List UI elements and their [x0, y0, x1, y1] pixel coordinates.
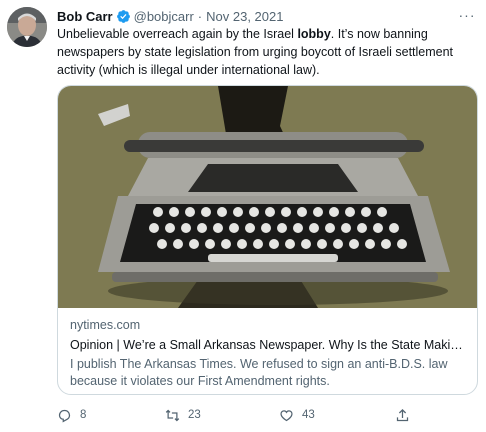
- tweet-text: Unbelievable overreach again by the Isra…: [57, 25, 477, 79]
- share-button[interactable]: [395, 405, 418, 425]
- card-body: nytimes.com Opinion | We’re a Small Arka…: [58, 308, 477, 390]
- retweet-button[interactable]: 23: [165, 405, 201, 425]
- reply-button[interactable]: 8: [57, 405, 86, 425]
- share-icon: [396, 408, 409, 421]
- card-domain: nytimes.com: [70, 318, 141, 332]
- handle[interactable]: @bobjcarr: [134, 9, 194, 24]
- verified-badge-icon: [116, 9, 131, 24]
- reply-count: 8: [80, 409, 87, 421]
- display-name[interactable]: Bob Carr: [57, 9, 113, 24]
- separator-dot: ·: [197, 8, 203, 24]
- card-title[interactable]: Opinion | We’re a Small Arkansas Newspap…: [70, 336, 465, 354]
- retweet-count: 23: [188, 409, 201, 421]
- tweet[interactable]: Bob Carr @bobjcarr · Nov 23, 2021 ··· Un…: [0, 0, 486, 432]
- card-image[interactable]: [58, 86, 477, 308]
- tweet-text-part: Unbelievable overreach again by the Isra…: [57, 27, 298, 41]
- tweet-date[interactable]: Nov 23, 2021: [206, 9, 283, 24]
- link-card[interactable]: nytimes.com Opinion | We’re a Small Arka…: [57, 85, 478, 395]
- retweet-icon: [165, 409, 180, 421]
- like-button[interactable]: 43: [279, 405, 315, 425]
- reply-icon: [58, 409, 71, 423]
- tweet-text-bold: lobby: [297, 27, 331, 41]
- action-bar: 8 23 43: [57, 405, 417, 425]
- tweet-header: Bob Carr @bobjcarr · Nov 23, 2021: [57, 7, 283, 25]
- like-count: 43: [302, 409, 315, 421]
- typewriter-illustration: [58, 86, 477, 308]
- more-icon[interactable]: ···: [456, 6, 478, 24]
- card-description: I publish The Arkansas Times. We refused…: [70, 357, 448, 388]
- avatar-image: [7, 7, 47, 47]
- like-icon: [280, 409, 293, 421]
- avatar[interactable]: [7, 7, 47, 47]
